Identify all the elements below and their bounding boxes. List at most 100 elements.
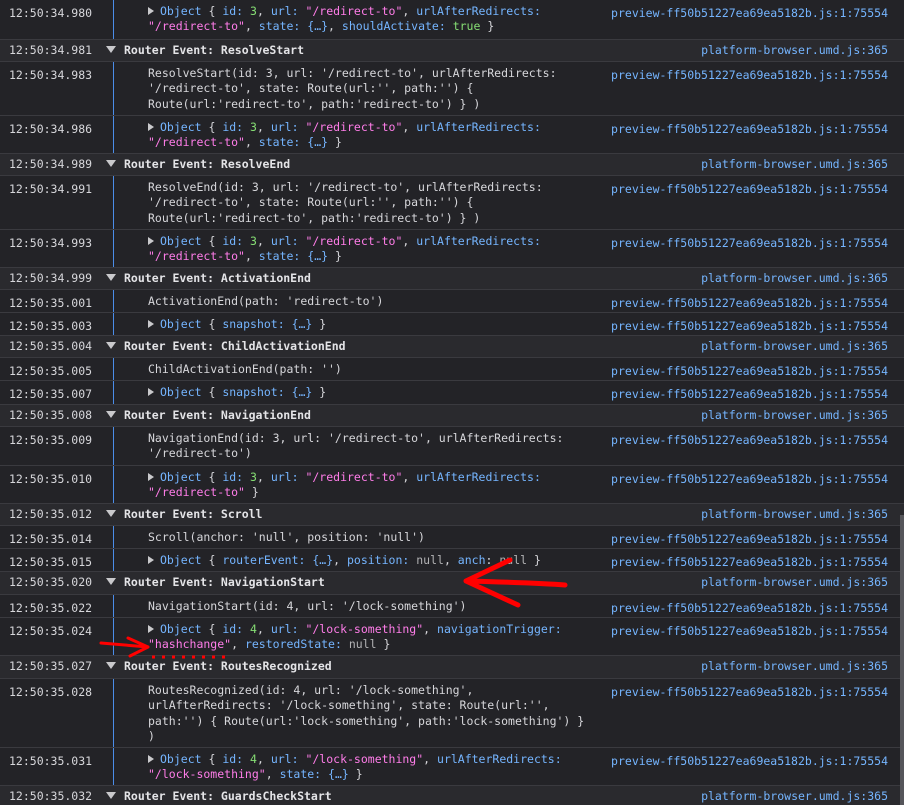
null: null — [348, 637, 377, 652]
log-message[interactable]: Object { id: 3, url: "/redirect-to", url… — [148, 4, 541, 35]
expand-triangle-icon[interactable] — [148, 473, 154, 481]
console-log-row: 12:50:35.007 preview-ff50b51227ea69ea5182… — [0, 381, 904, 405]
source-link[interactable]: platform-browser.umd.js:365 — [701, 507, 888, 521]
source-link[interactable]: platform-browser.umd.js:365 — [701, 408, 888, 422]
source-link[interactable]: platform-browser.umd.js:365 — [701, 43, 888, 57]
log-message[interactable]: Object { id: 3, url: "/redirect-to", url… — [148, 234, 541, 265]
comma: , — [244, 135, 259, 150]
console-log-row: 12:50:35.014 preview-ff50b51227ea69ea5182… — [0, 526, 904, 549]
group-header[interactable]: Router Event: GuardsCheckStart — [106, 789, 332, 803]
source-link[interactable]: platform-browser.umd.js:365 — [701, 575, 888, 589]
group-indent-line — [113, 116, 114, 153]
expand-triangle-icon[interactable] — [148, 320, 154, 328]
timestamp: 12:50:35.009 — [9, 433, 93, 447]
string: "/redirect-to" — [305, 120, 403, 134]
brace: } — [312, 317, 327, 331]
collapse-caret-icon[interactable] — [106, 342, 116, 349]
source-link[interactable]: platform-browser.umd.js:365 — [701, 789, 888, 803]
source-link[interactable]: preview-ff50b51227ea69ea5182b.js:1:75554 — [611, 182, 888, 196]
console-log-row: 12:50:35.003 preview-ff50b51227ea69ea5182… — [0, 313, 904, 336]
expand-triangle-icon[interactable] — [148, 755, 154, 763]
source-link[interactable]: platform-browser.umd.js:365 — [701, 659, 888, 673]
collapse-caret-icon[interactable] — [106, 46, 116, 53]
expand-triangle-icon[interactable] — [148, 123, 154, 131]
source-link[interactable]: preview-ff50b51227ea69ea5182b.js:1:75554 — [611, 433, 888, 447]
source-link[interactable]: preview-ff50b51227ea69ea5182b.js:1:75554 — [611, 296, 888, 310]
group-header[interactable]: Router Event: ResolveStart — [106, 43, 304, 57]
collapse-caret-icon[interactable] — [106, 792, 116, 799]
group-indent-line — [113, 230, 114, 267]
group-header[interactable]: Router Event: ResolveEnd — [106, 157, 290, 171]
expand-triangle-icon[interactable] — [148, 237, 154, 245]
expand-triangle-icon[interactable] — [148, 556, 154, 564]
collapse-caret-icon[interactable] — [106, 274, 116, 281]
source-link[interactable]: preview-ff50b51227ea69ea5182b.js:1:75554 — [611, 754, 888, 768]
source-link[interactable]: preview-ff50b51227ea69ea5182b.js:1:75554 — [611, 601, 888, 615]
log-message[interactable]: Object { id: 4, url: "/lock-something", … — [148, 752, 562, 783]
key: url: — [270, 622, 306, 636]
log-message[interactable]: Object { routerEvent: {…}, position: nul… — [148, 553, 541, 568]
console-log-row: 12:50:35.010 preview-ff50b51227ea69ea5182… — [0, 466, 904, 504]
collapse-caret-icon[interactable] — [106, 411, 116, 418]
log-message[interactable]: Object { id: 3, url: "/redirect-to", url… — [148, 120, 541, 151]
group-indent-line — [113, 381, 114, 404]
group-title: Router Event: NavigationStart — [124, 575, 325, 589]
collapse-caret-icon[interactable] — [106, 662, 116, 669]
source-link[interactable]: preview-ff50b51227ea69ea5182b.js:1:75554 — [611, 685, 888, 699]
scrollbar-thumb[interactable] — [900, 515, 904, 805]
string: "/lock-something" — [148, 767, 266, 782]
group-title: Router Event: NavigationEnd — [124, 408, 311, 422]
timestamp: 12:50:35.010 — [9, 472, 93, 486]
collapse-caret-icon[interactable] — [106, 510, 116, 517]
timestamp: 12:50:34.991 — [9, 182, 93, 196]
log-message[interactable]: Object { snapshot: {…} } — [148, 385, 326, 400]
group-header[interactable]: Router Event: RoutesRecognized — [106, 659, 332, 673]
group-header[interactable]: Router Event: Scroll — [106, 507, 262, 521]
source-link[interactable]: preview-ff50b51227ea69ea5182b.js:1:75554 — [611, 555, 888, 569]
source-link[interactable]: preview-ff50b51227ea69ea5182b.js:1:75554 — [611, 236, 888, 250]
source-link[interactable]: preview-ff50b51227ea69ea5182b.js:1:75554 — [611, 472, 888, 486]
brace: { — [208, 317, 223, 331]
source-link[interactable]: preview-ff50b51227ea69ea5182b.js:1:75554 — [611, 6, 888, 20]
source-link[interactable]: platform-browser.umd.js:365 — [701, 157, 888, 171]
string: "/redirect-to" — [305, 470, 403, 484]
expand-triangle-icon[interactable] — [148, 7, 154, 15]
source-link[interactable]: platform-browser.umd.js:365 — [701, 271, 888, 285]
collapse-caret-icon[interactable] — [106, 578, 116, 585]
log-message[interactable]: Object { id: 4, url: "/lock-something", … — [148, 622, 562, 653]
log-message[interactable]: Object { id: 3, url: "/redirect-to", url… — [148, 470, 541, 501]
collapse-caret-icon[interactable] — [106, 160, 116, 167]
source-link[interactable]: preview-ff50b51227ea69ea5182b.js:1:75554 — [611, 364, 888, 378]
key: url: — [270, 4, 306, 18]
log-message: ResolveEnd(id: 3, url: '/redirect-to', u… — [148, 180, 543, 225]
string: "/redirect-to" — [148, 135, 245, 150]
source-link[interactable]: preview-ff50b51227ea69ea5182b.js:1:75554 — [611, 624, 888, 638]
console-group-row: 12:50:34.989 platform-browser.umd.js:365 R… — [0, 154, 904, 176]
object-label: Object — [160, 120, 209, 134]
key: id: — [222, 120, 251, 134]
group-header[interactable]: Router Event: NavigationEnd — [106, 408, 311, 422]
source-link[interactable]: preview-ff50b51227ea69ea5182b.js:1:75554 — [611, 319, 888, 333]
source-link[interactable]: preview-ff50b51227ea69ea5182b.js:1:75554 — [611, 387, 888, 401]
source-link[interactable]: preview-ff50b51227ea69ea5182b.js:1:75554 — [611, 532, 888, 546]
string: "/redirect-to" — [148, 485, 245, 500]
log-message[interactable]: Object { snapshot: {…} } — [148, 317, 326, 332]
comma: , — [402, 234, 417, 248]
boolean: true — [452, 19, 481, 34]
string: "/redirect-to" — [305, 4, 403, 18]
expand-triangle-icon[interactable] — [148, 625, 154, 633]
timestamp: 12:50:35.008 — [9, 408, 93, 422]
timestamp: 12:50:35.012 — [9, 507, 93, 521]
comma: , — [443, 553, 458, 567]
group-header[interactable]: Router Event: NavigationStart — [106, 575, 325, 589]
group-header[interactable]: Router Event: ActivationEnd — [106, 271, 311, 285]
group-header[interactable]: Router Event: ChildActivationEnd — [106, 339, 346, 353]
source-link[interactable]: preview-ff50b51227ea69ea5182b.js:1:75554 — [611, 122, 888, 136]
expand-triangle-icon[interactable] — [148, 388, 154, 396]
source-link[interactable]: platform-browser.umd.js:365 — [701, 339, 888, 353]
console-log-row: 12:50:34.991 preview-ff50b51227ea69ea5182… — [0, 176, 904, 230]
timestamp: 12:50:35.022 — [9, 601, 93, 615]
source-link[interactable]: preview-ff50b51227ea69ea5182b.js:1:75554 — [611, 68, 888, 82]
timestamp: 12:50:35.015 — [9, 555, 93, 569]
comma: , — [231, 637, 245, 652]
